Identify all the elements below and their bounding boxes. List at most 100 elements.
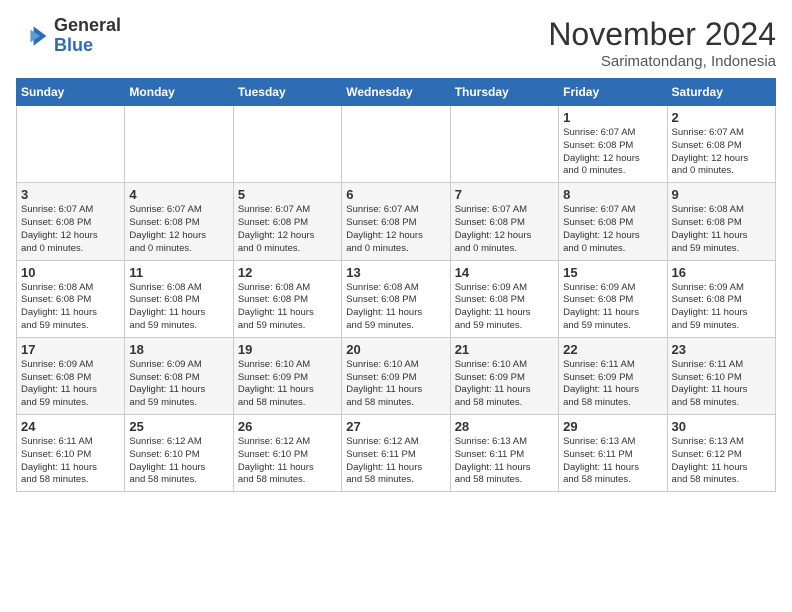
calendar-week-row: 24 Sunrise: 6:11 AM Sunset: 6:10 PM Dayli…	[17, 415, 776, 492]
day-number: 15	[563, 265, 662, 280]
day-info: Sunrise: 6:12 AM Sunset: 6:11 PM Dayligh…	[346, 436, 445, 487]
calendar-cell: 15Sunrise: 6:09 AM Sunset: 6:08 PM Dayli…	[559, 260, 667, 337]
day-info: Sunrise: 6:09 AM Sunset: 6:08 PM Dayligh…	[21, 359, 120, 410]
day-info: Sunrise: 6:13 AM Sunset: 6:11 PM Dayligh…	[455, 436, 554, 487]
day-number: 13	[346, 265, 445, 280]
calendar-cell: 9 Sunrise: 6:08 AM Sunset: 6:08 PM Daylig…	[667, 183, 775, 260]
day-info: Sunrise: 6:07 AM Sunset: 6:08 PM Dayligh…	[21, 204, 120, 255]
calendar-cell: 11 Sunrise: 6:08 AM Sunset: 6:08 PM Dayli…	[125, 260, 233, 337]
calendar-cell: 2 Sunrise: 6:07 AM Sunset: 6:08 PM Daylig…	[667, 106, 775, 183]
day-info: Sunrise: 6:09 AM Sunset: 6:08 PM Dayligh…	[455, 282, 554, 333]
calendar-cell: 12 Sunrise: 6:08 AM Sunset: 6:08 PM Dayli…	[233, 260, 341, 337]
day-number: 12	[238, 265, 337, 280]
calendar-cell: 8 Sunrise: 6:07 AM Sunset: 6:08 PM Daylig…	[559, 183, 667, 260]
logo: General Blue	[16, 16, 121, 56]
calendar-week-row: 17 Sunrise: 6:09 AM Sunset: 6:08 PM Dayli…	[17, 337, 776, 414]
calendar-cell: 16Sunrise: 6:09 AM Sunset: 6:08 PM Dayli…	[667, 260, 775, 337]
calendar-cell: 13Sunrise: 6:08 AM Sunset: 6:08 PM Dayli…	[342, 260, 450, 337]
day-number: 7	[455, 187, 554, 202]
day-number: 22	[563, 342, 662, 357]
calendar-cell	[342, 106, 450, 183]
day-number: 30	[672, 419, 771, 434]
calendar-cell: 21 Sunrise: 6:10 AM Sunset: 6:09 PM Dayli…	[450, 337, 558, 414]
day-info: Sunrise: 6:07 AM Sunset: 6:08 PM Dayligh…	[455, 204, 554, 255]
day-number: 18	[129, 342, 228, 357]
calendar-cell	[450, 106, 558, 183]
day-number: 26	[238, 419, 337, 434]
day-number: 4	[129, 187, 228, 202]
calendar-cell: 5Sunrise: 6:07 AM Sunset: 6:08 PM Daylig…	[233, 183, 341, 260]
day-info: Sunrise: 6:08 AM Sunset: 6:08 PM Dayligh…	[672, 204, 771, 255]
day-info: Sunrise: 6:07 AM Sunset: 6:08 PM Dayligh…	[672, 127, 771, 178]
weekday-header-friday: Friday	[559, 79, 667, 106]
calendar-cell	[233, 106, 341, 183]
logo-icon	[16, 20, 48, 52]
day-number: 25	[129, 419, 228, 434]
day-info: Sunrise: 6:11 AM Sunset: 6:10 PM Dayligh…	[21, 436, 120, 487]
calendar-cell: 29Sunrise: 6:13 AM Sunset: 6:11 PM Dayli…	[559, 415, 667, 492]
calendar-cell: 28 Sunrise: 6:13 AM Sunset: 6:11 PM Dayli…	[450, 415, 558, 492]
calendar: SundayMondayTuesdayWednesdayThursdayFrid…	[16, 78, 776, 492]
calendar-cell: 6 Sunrise: 6:07 AM Sunset: 6:08 PM Daylig…	[342, 183, 450, 260]
day-number: 24	[21, 419, 120, 434]
logo-general: General	[54, 16, 121, 36]
weekday-header-wednesday: Wednesday	[342, 79, 450, 106]
day-number: 28	[455, 419, 554, 434]
day-number: 27	[346, 419, 445, 434]
day-info: Sunrise: 6:08 AM Sunset: 6:08 PM Dayligh…	[129, 282, 228, 333]
day-number: 21	[455, 342, 554, 357]
day-info: Sunrise: 6:07 AM Sunset: 6:08 PM Dayligh…	[346, 204, 445, 255]
day-info: Sunrise: 6:11 AM Sunset: 6:09 PM Dayligh…	[563, 359, 662, 410]
calendar-cell: 3 Sunrise: 6:07 AM Sunset: 6:08 PM Daylig…	[17, 183, 125, 260]
calendar-cell	[125, 106, 233, 183]
day-number: 5	[238, 187, 337, 202]
calendar-cell: 7 Sunrise: 6:07 AM Sunset: 6:08 PM Daylig…	[450, 183, 558, 260]
day-info: Sunrise: 6:08 AM Sunset: 6:08 PM Dayligh…	[238, 282, 337, 333]
calendar-cell: 24 Sunrise: 6:11 AM Sunset: 6:10 PM Dayli…	[17, 415, 125, 492]
calendar-cell	[17, 106, 125, 183]
day-number: 14	[455, 265, 554, 280]
calendar-cell: 25Sunrise: 6:12 AM Sunset: 6:10 PM Dayli…	[125, 415, 233, 492]
day-info: Sunrise: 6:07 AM Sunset: 6:08 PM Dayligh…	[563, 127, 662, 178]
day-number: 11	[129, 265, 228, 280]
day-info: Sunrise: 6:09 AM Sunset: 6:08 PM Dayligh…	[129, 359, 228, 410]
weekday-header-sunday: Sunday	[17, 79, 125, 106]
day-number: 6	[346, 187, 445, 202]
day-number: 16	[672, 265, 771, 280]
page-header: General Blue November 2024 Sarimatondang…	[16, 16, 776, 70]
title-block: November 2024 Sarimatondang, Indonesia	[548, 16, 776, 70]
day-info: Sunrise: 6:10 AM Sunset: 6:09 PM Dayligh…	[455, 359, 554, 410]
day-number: 10	[21, 265, 120, 280]
weekday-header-thursday: Thursday	[450, 79, 558, 106]
day-number: 19	[238, 342, 337, 357]
day-info: Sunrise: 6:13 AM Sunset: 6:12 PM Dayligh…	[672, 436, 771, 487]
day-info: Sunrise: 6:11 AM Sunset: 6:10 PM Dayligh…	[672, 359, 771, 410]
calendar-cell: 26Sunrise: 6:12 AM Sunset: 6:10 PM Dayli…	[233, 415, 341, 492]
calendar-cell: 17 Sunrise: 6:09 AM Sunset: 6:08 PM Dayli…	[17, 337, 125, 414]
day-info: Sunrise: 6:07 AM Sunset: 6:08 PM Dayligh…	[563, 204, 662, 255]
calendar-body: 1Sunrise: 6:07 AM Sunset: 6:08 PM Daylig…	[17, 106, 776, 492]
day-number: 2	[672, 110, 771, 125]
day-number: 3	[21, 187, 120, 202]
weekday-header-row: SundayMondayTuesdayWednesdayThursdayFrid…	[17, 79, 776, 106]
calendar-week-row: 1Sunrise: 6:07 AM Sunset: 6:08 PM Daylig…	[17, 106, 776, 183]
day-info: Sunrise: 6:10 AM Sunset: 6:09 PM Dayligh…	[238, 359, 337, 410]
calendar-cell: 14 Sunrise: 6:09 AM Sunset: 6:08 PM Dayli…	[450, 260, 558, 337]
day-info: Sunrise: 6:10 AM Sunset: 6:09 PM Dayligh…	[346, 359, 445, 410]
calendar-week-row: 10 Sunrise: 6:08 AM Sunset: 6:08 PM Dayli…	[17, 260, 776, 337]
calendar-cell: 10Sunrise: 6:08 AM Sunset: 6:08 PM Dayli…	[17, 260, 125, 337]
calendar-cell: 30 Sunrise: 6:13 AM Sunset: 6:12 PM Dayli…	[667, 415, 775, 492]
weekday-header-monday: Monday	[125, 79, 233, 106]
calendar-header: SundayMondayTuesdayWednesdayThursdayFrid…	[17, 79, 776, 106]
day-number: 8	[563, 187, 662, 202]
calendar-week-row: 3 Sunrise: 6:07 AM Sunset: 6:08 PM Daylig…	[17, 183, 776, 260]
day-number: 9	[672, 187, 771, 202]
calendar-cell: 27 Sunrise: 6:12 AM Sunset: 6:11 PM Dayli…	[342, 415, 450, 492]
day-info: Sunrise: 6:13 AM Sunset: 6:11 PM Dayligh…	[563, 436, 662, 487]
calendar-cell: 19 Sunrise: 6:10 AM Sunset: 6:09 PM Dayli…	[233, 337, 341, 414]
logo-text: General Blue	[54, 16, 121, 56]
day-number: 17	[21, 342, 120, 357]
logo-blue: Blue	[54, 36, 121, 56]
calendar-cell: 20Sunrise: 6:10 AM Sunset: 6:09 PM Dayli…	[342, 337, 450, 414]
day-info: Sunrise: 6:07 AM Sunset: 6:08 PM Dayligh…	[129, 204, 228, 255]
